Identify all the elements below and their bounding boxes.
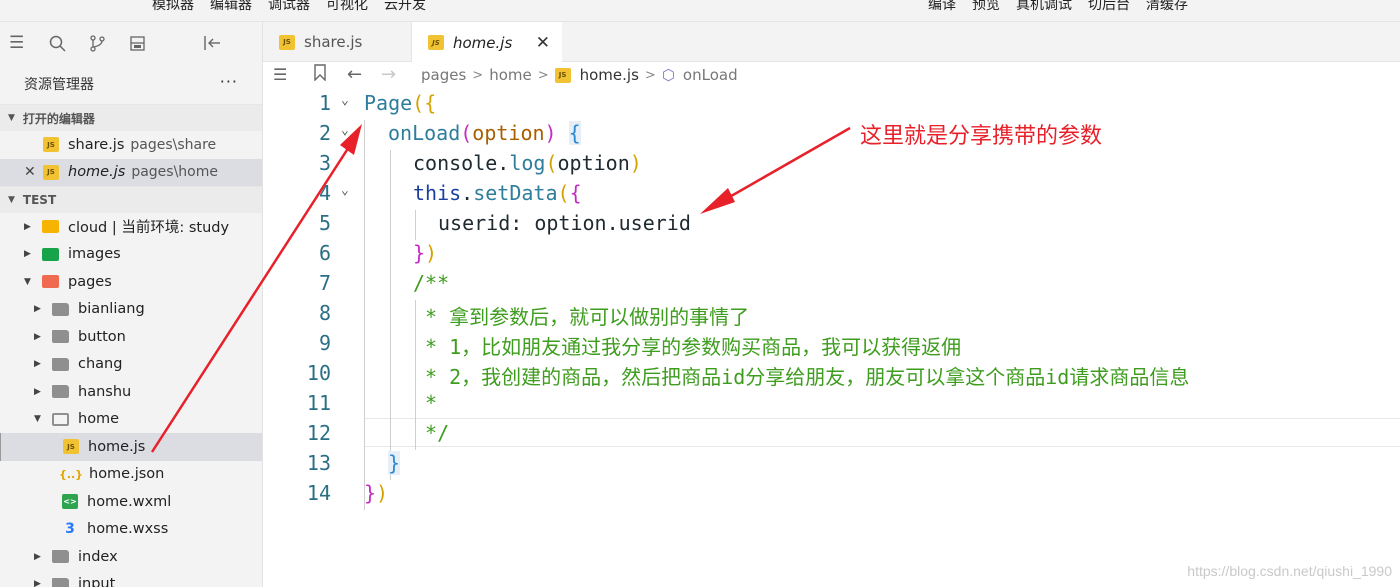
annotation-arrows: [150, 124, 851, 453]
arrow-to-onload: [150, 124, 362, 453]
watermark: https://blog.csdn.net/qiushi_1990: [1187, 563, 1392, 579]
arrow-to-userid: [700, 126, 851, 214]
